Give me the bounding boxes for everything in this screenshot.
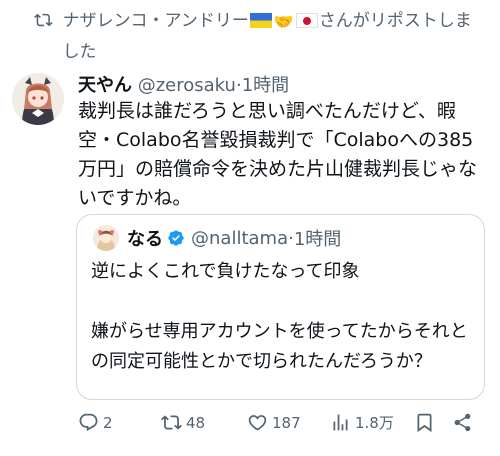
tweet-header: 天やん @zerosaku·1時間	[78, 73, 488, 99]
quoted-author-handle[interactable]: @nalltama	[191, 228, 288, 249]
author-avatar[interactable]	[12, 73, 64, 125]
views-icon	[333, 414, 348, 431]
share-icon	[454, 413, 471, 432]
repost-icon	[34, 13, 53, 27]
repost-count: 48	[186, 413, 206, 432]
quoted-text-line-1: 逆によくこれで負けたなって印象	[91, 261, 360, 282]
quoted-text-spacer	[91, 287, 471, 317]
quoted-tweet[interactable]: なる @nalltama · 1時間 逆によくこれで負けたなって印象 嫌がらせ専用ア…	[76, 214, 485, 400]
bookmark-button[interactable]	[414, 412, 439, 433]
share-button[interactable]	[452, 412, 477, 433]
like-button[interactable]: 187	[247, 412, 301, 433]
quoted-timestamp[interactable]: 1時間	[294, 225, 341, 251]
handshake-icon: 🤝	[273, 12, 294, 31]
reply-count: 2	[103, 413, 113, 432]
quoted-author-avatar[interactable]	[93, 225, 119, 251]
quoted-tweet-text: 逆によくこれで負けたなって印象 嫌がらせ専用アカウントを使ってたからそれとの同定…	[91, 257, 471, 377]
repost-action-icon	[161, 415, 182, 430]
author-display-name[interactable]: 天やん	[78, 75, 132, 96]
ukraine-flag-icon	[249, 13, 272, 28]
like-count: 187	[272, 413, 301, 432]
bookmark-icon	[417, 413, 432, 433]
views-count: 1.8万	[355, 414, 394, 432]
tweet-action-bar: 2 48 187 1.8万	[0, 412, 500, 442]
author-handle[interactable]: @zerosaku	[138, 75, 236, 96]
repost-label: ナザレンコ・アンドリー 🤝 さんがリポストしました	[63, 6, 474, 67]
reply-icon	[79, 413, 98, 431]
reposter-name[interactable]: ナザレンコ・アンドリー	[63, 11, 249, 31]
like-icon	[248, 415, 267, 431]
tweet-timestamp[interactable]: 1時間	[242, 75, 289, 96]
verified-badge-icon	[168, 230, 184, 246]
repost-indicator[interactable]: ナザレンコ・アンドリー 🤝 さんがリポストしました	[34, 6, 474, 67]
reply-button[interactable]: 2	[78, 412, 113, 433]
repost-button[interactable]: 48	[161, 412, 205, 433]
quoted-author-display-name[interactable]: なる	[127, 225, 163, 251]
japan-flag-icon	[295, 13, 318, 28]
quoted-tweet-header: なる @nalltama · 1時間	[93, 225, 341, 251]
views-button[interactable]: 1.8万	[330, 412, 394, 433]
quoted-text-line-2: 嫌がらせ専用アカウントを使ってたからそれとの同定可能性とかで切られたんだろうか？	[91, 321, 468, 372]
tweet-text: 裁判長は誰だろうと思い調べたんだけど、暇空・Colabo名誉毀損裁判で「Cola…	[78, 100, 478, 209]
